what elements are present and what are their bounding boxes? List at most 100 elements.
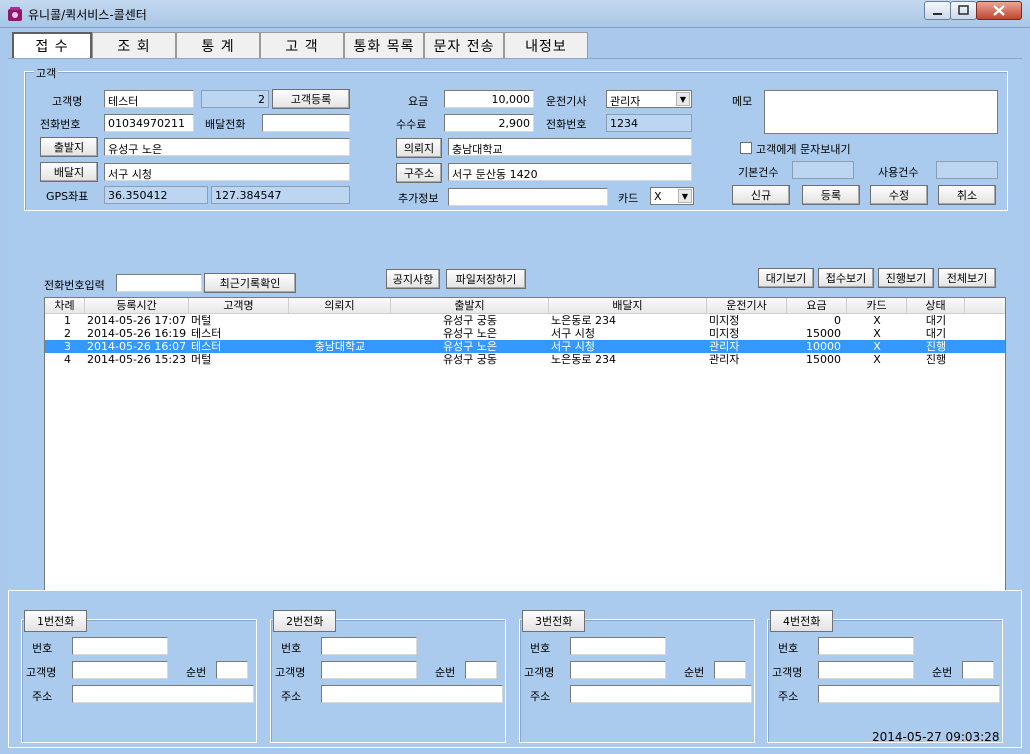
column-header-requester[interactable]: 의뢰지 [289,298,391,313]
cell-status: 대기 [925,327,947,340]
cell-origin: 유성구 노은 [442,327,498,340]
order-field[interactable] [962,661,994,679]
cell-requester [289,314,391,327]
tab-my-info[interactable]: 내정보 [504,32,588,58]
destination-field[interactable]: 서구 시청 [104,163,350,181]
driver-phone-label: 전화번호 [546,118,587,131]
phone-field[interactable]: 01034970211 [104,114,194,132]
tab-sms[interactable]: 문자 전송 [424,32,504,58]
driver-phone-field: 1234 [606,114,692,132]
phone-app-icon [8,7,22,21]
fee-field[interactable]: 10,000 [444,90,534,108]
file-save-button[interactable]: 파일저장하기 [446,269,526,289]
number-field[interactable] [72,637,168,655]
order-field[interactable] [714,661,746,679]
accept-view-button[interactable]: 접수보기 [818,268,874,288]
customer-name-field[interactable] [321,661,417,679]
delivery-phone-field[interactable] [262,114,350,132]
number-field[interactable] [570,637,666,655]
order-label: 순번 [186,666,207,679]
order-field[interactable] [465,661,497,679]
notice-button[interactable]: 공지사항 [386,269,440,289]
requester-button[interactable]: 의뢰지 [396,138,442,158]
orders-grid[interactable]: 차례 등록시간 고객명 의뢰지 출발지 배달지 운전기사 요금 카드 상태 1 2014-05-26… [44,297,1006,597]
column-header-card[interactable]: 카드 [847,298,907,313]
column-header-origin[interactable]: 출발지 [391,298,549,313]
tab-statistics[interactable]: 통 계 [176,32,260,58]
cell-requester [289,327,391,340]
address-field[interactable] [818,685,1000,703]
title-bar: 유니콜/퀵서비스-콜센터 [0,0,1030,28]
customer-name-field[interactable] [818,661,914,679]
commission-field[interactable]: 2,900 [444,114,534,132]
tab-call-list[interactable]: 통화 목록 [344,32,424,58]
driver-select[interactable]: 관리자 ▼ [606,90,692,108]
cell-order-no: 2 [64,327,71,340]
cancel-button[interactable]: 취소 [938,185,996,205]
grid-body: 1 2014-05-26 17:07 머털 유성구 궁동 노은동로 234 미지정 0 X 대기… [45,314,1005,366]
number-field[interactable] [321,637,417,655]
cell-driver: 관리자 [709,353,740,366]
number-field[interactable] [818,637,914,655]
phone-search-input[interactable] [116,274,202,292]
origin-button[interactable]: 출발지 [40,137,98,157]
cell-driver: 미지정 [709,327,740,340]
edit-button[interactable]: 수정 [870,185,928,205]
column-header-driver[interactable]: 운전기사 [707,298,787,313]
commission-label: 수수료 [396,118,427,131]
address-field[interactable] [72,685,254,703]
customer-name-field[interactable] [72,661,168,679]
column-header-fee[interactable]: 요금 [787,298,847,313]
recent-records-button[interactable]: 최근기록확인 [204,273,296,293]
requester-field[interactable]: 충남대학교 [448,138,692,156]
customer-name-field[interactable] [570,661,666,679]
base-count-field [792,161,854,179]
cell-fee: 0 [834,314,841,327]
tab-customer[interactable]: 고 객 [260,32,344,58]
progress-view-button[interactable]: 진행보기 [878,268,934,288]
address-field[interactable] [321,685,503,703]
cell-customer-name: 테스터 [191,340,222,353]
card-select[interactable]: X ▼ [650,187,694,205]
phone-line-title[interactable]: 2번전화 [273,610,337,632]
extra-info-field[interactable] [448,188,608,206]
close-button[interactable] [976,1,1022,20]
customer-name-label: 고객명 [26,666,57,679]
origin-field[interactable]: 유성구 노은 [104,138,350,156]
sms-checkbox[interactable] [740,142,752,154]
all-view-button[interactable]: 전체보기 [938,268,996,288]
used-count-label: 사용건수 [878,166,919,179]
address-field[interactable] [570,685,752,703]
old-address-field[interactable]: 서구 둔산동 1420 [448,163,692,181]
tab-reception[interactable]: 접 수 [12,32,92,58]
phone-line-title[interactable]: 3번전화 [522,610,586,632]
chevron-down-icon: ▼ [678,189,692,203]
table-row[interactable]: 2 2014-05-26 16:19 테스터 유성구 노은 서구 시청 미지정 15000 X… [45,327,1005,340]
table-row[interactable]: 3 2014-05-26 16:07 테스터 충남대학교 유성구 노은 서구 시청 관리자 1… [45,340,1005,353]
customer-name-field[interactable]: 테스터 [104,90,194,108]
old-address-button[interactable]: 구주소 [396,163,442,183]
register-button[interactable]: 등록 [802,185,860,205]
cell-destination: 노은동로 234 [551,314,616,327]
customer-register-button[interactable]: 고객등록 [272,89,350,109]
phone-line-title[interactable]: 1번전화 [24,610,88,632]
maximize-button[interactable] [950,1,977,20]
tab-bar: 접 수 조 회 통 계 고 객 통화 목록 문자 전송 내정보 [12,32,588,58]
new-button[interactable]: 신규 [732,185,790,205]
memo-textarea[interactable] [764,90,998,134]
cell-fee: 15000 [806,353,841,366]
phone-line-title[interactable]: 4번전화 [770,610,834,632]
column-header-destination[interactable]: 배달지 [549,298,707,313]
minimize-button[interactable] [924,1,951,20]
table-row[interactable]: 4 2014-05-26 15:23 머털 유성구 궁동 노은동로 234 관리자 1500… [45,353,1005,366]
phone-line-1: 1번전화 번호 고객명 순번 주소 [21,610,257,743]
table-row[interactable]: 1 2014-05-26 17:07 머털 유성구 궁동 노은동로 234 미지정 0 X 대기 [45,314,1005,327]
wait-view-button[interactable]: 대기보기 [758,268,814,288]
column-header-status[interactable]: 상태 [907,298,965,313]
column-header-customer-name[interactable]: 고객명 [189,298,289,313]
destination-button[interactable]: 배달지 [40,162,98,182]
order-field[interactable] [216,661,248,679]
column-header-order-no[interactable]: 차례 [45,298,85,313]
column-header-reg-time[interactable]: 등록시간 [85,298,189,313]
tab-inquiry[interactable]: 조 회 [92,32,176,58]
